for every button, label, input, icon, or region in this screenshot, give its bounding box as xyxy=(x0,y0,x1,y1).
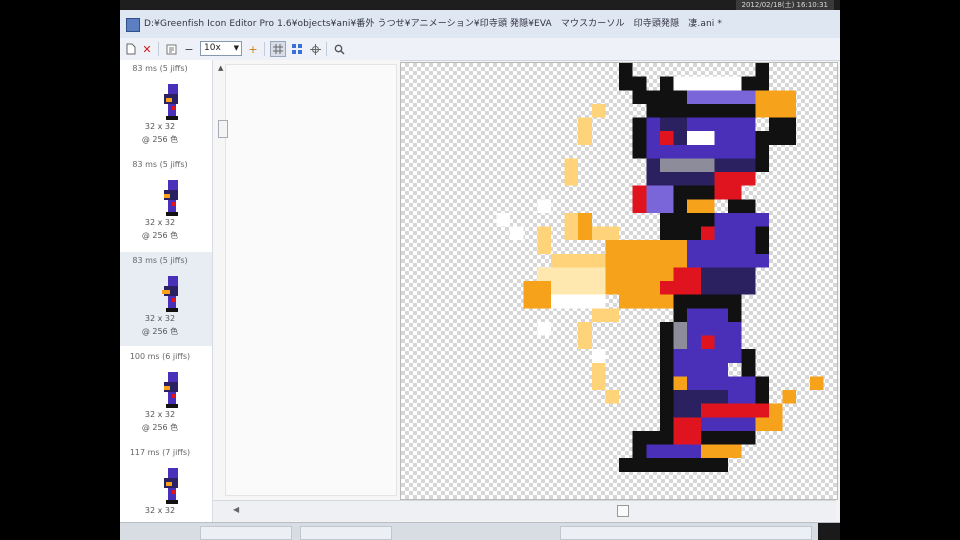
frame-thumbnail xyxy=(164,372,178,408)
frame-delay: 83 ms (5 jiffs) xyxy=(132,160,188,169)
toolbar-separator xyxy=(158,42,159,56)
title-bar[interactable]: D:¥Greenfish Icon Editor Pro 1.6¥objects… xyxy=(120,10,840,39)
top-taskbar: 2012/02/18(土) 16:10:31 xyxy=(120,0,840,10)
center-icon[interactable] xyxy=(308,41,322,57)
frame-colors: @ 256 色 xyxy=(141,231,179,240)
frame-thumbnail xyxy=(162,276,178,312)
toolbar: ✕ − 10x ▼ + xyxy=(120,38,840,61)
edit-canvas[interactable] xyxy=(400,62,838,500)
taskbar-button[interactable] xyxy=(300,526,392,540)
frame-colors: @ 256 色 xyxy=(141,423,179,432)
preview-pane xyxy=(213,60,400,500)
taskbar-button[interactable] xyxy=(200,526,292,540)
zoom-select[interactable]: 10x ▼ xyxy=(200,41,242,56)
scroll-thumb[interactable] xyxy=(617,505,629,517)
frame-delay: 117 ms (7 jiffs) xyxy=(129,448,191,457)
grid-icon[interactable] xyxy=(270,41,286,57)
frame-size: 32 x 32 xyxy=(144,410,176,419)
screen: 2012/02/18(土) 16:10:31 D:¥Greenfish Icon… xyxy=(120,0,840,540)
frame-size: 32 x 32 xyxy=(144,314,176,323)
new-file-icon[interactable] xyxy=(124,41,138,57)
frame-size: 32 x 32 xyxy=(144,506,176,515)
toolbar-separator xyxy=(264,42,265,56)
delete-icon[interactable]: ✕ xyxy=(140,41,154,57)
frame-delay: 83 ms (5 jiffs) xyxy=(132,64,188,73)
frame-item[interactable]: 117 ms (7 jiffs) 32 x 32 xyxy=(120,444,212,522)
frame-colors: @ 256 色 xyxy=(141,327,179,336)
clock-text: 2012/02/18(土) 16:10:31 xyxy=(735,0,834,10)
frame-colors: @ 256 色 xyxy=(141,135,179,144)
tile-icon[interactable] xyxy=(290,41,304,57)
preview-area xyxy=(225,64,397,496)
frame-delay: 100 ms (6 jiffs) xyxy=(129,352,191,361)
frame-thumbnail xyxy=(164,468,178,504)
scroll-up-icon[interactable]: ▲ xyxy=(218,64,223,72)
zoom-in-icon[interactable]: + xyxy=(246,41,260,57)
search-icon[interactable] xyxy=(332,41,346,57)
bottom-taskbar xyxy=(120,522,840,540)
chevron-down-icon: ▼ xyxy=(233,44,239,52)
zoom-value: 10x xyxy=(204,43,221,53)
frame-delay: 83 ms (5 jiffs) xyxy=(132,256,188,265)
frame-item[interactable]: 100 ms (6 jiffs) 32 x 32 @ 256 色 xyxy=(120,348,212,442)
frame-thumbnail xyxy=(164,84,178,120)
frame-size: 32 x 32 xyxy=(144,122,176,131)
splitter-handle[interactable] xyxy=(218,120,228,138)
frame-list: 83 ms (5 jiffs) 32 x 32 @ 256 色 83 ms (5… xyxy=(120,60,213,522)
frame-item[interactable]: 83 ms (5 jiffs) 32 x 32 @ 256 色 xyxy=(120,156,212,250)
scroll-left-icon[interactable]: ◀ xyxy=(233,505,239,514)
zoom-out-icon[interactable]: − xyxy=(182,41,196,57)
toolbar-separator xyxy=(326,42,327,56)
frame-size: 32 x 32 xyxy=(144,218,176,227)
horizontal-scrollbar[interactable]: ◀ xyxy=(213,500,836,521)
frame-item[interactable]: 83 ms (5 jiffs) 32 x 32 @ 256 色 xyxy=(120,60,212,154)
properties-icon[interactable] xyxy=(164,41,178,57)
sprite-pixel-art xyxy=(496,63,824,472)
frame-thumbnail xyxy=(164,180,178,216)
taskbar-tray xyxy=(818,523,840,540)
window-title: D:¥Greenfish Icon Editor Pro 1.6¥objects… xyxy=(144,19,722,29)
frame-item-selected[interactable]: 83 ms (5 jiffs) 32 x 32 @ 256 色 xyxy=(120,252,212,346)
taskbar-button[interactable] xyxy=(560,526,812,540)
app-icon xyxy=(126,18,140,32)
